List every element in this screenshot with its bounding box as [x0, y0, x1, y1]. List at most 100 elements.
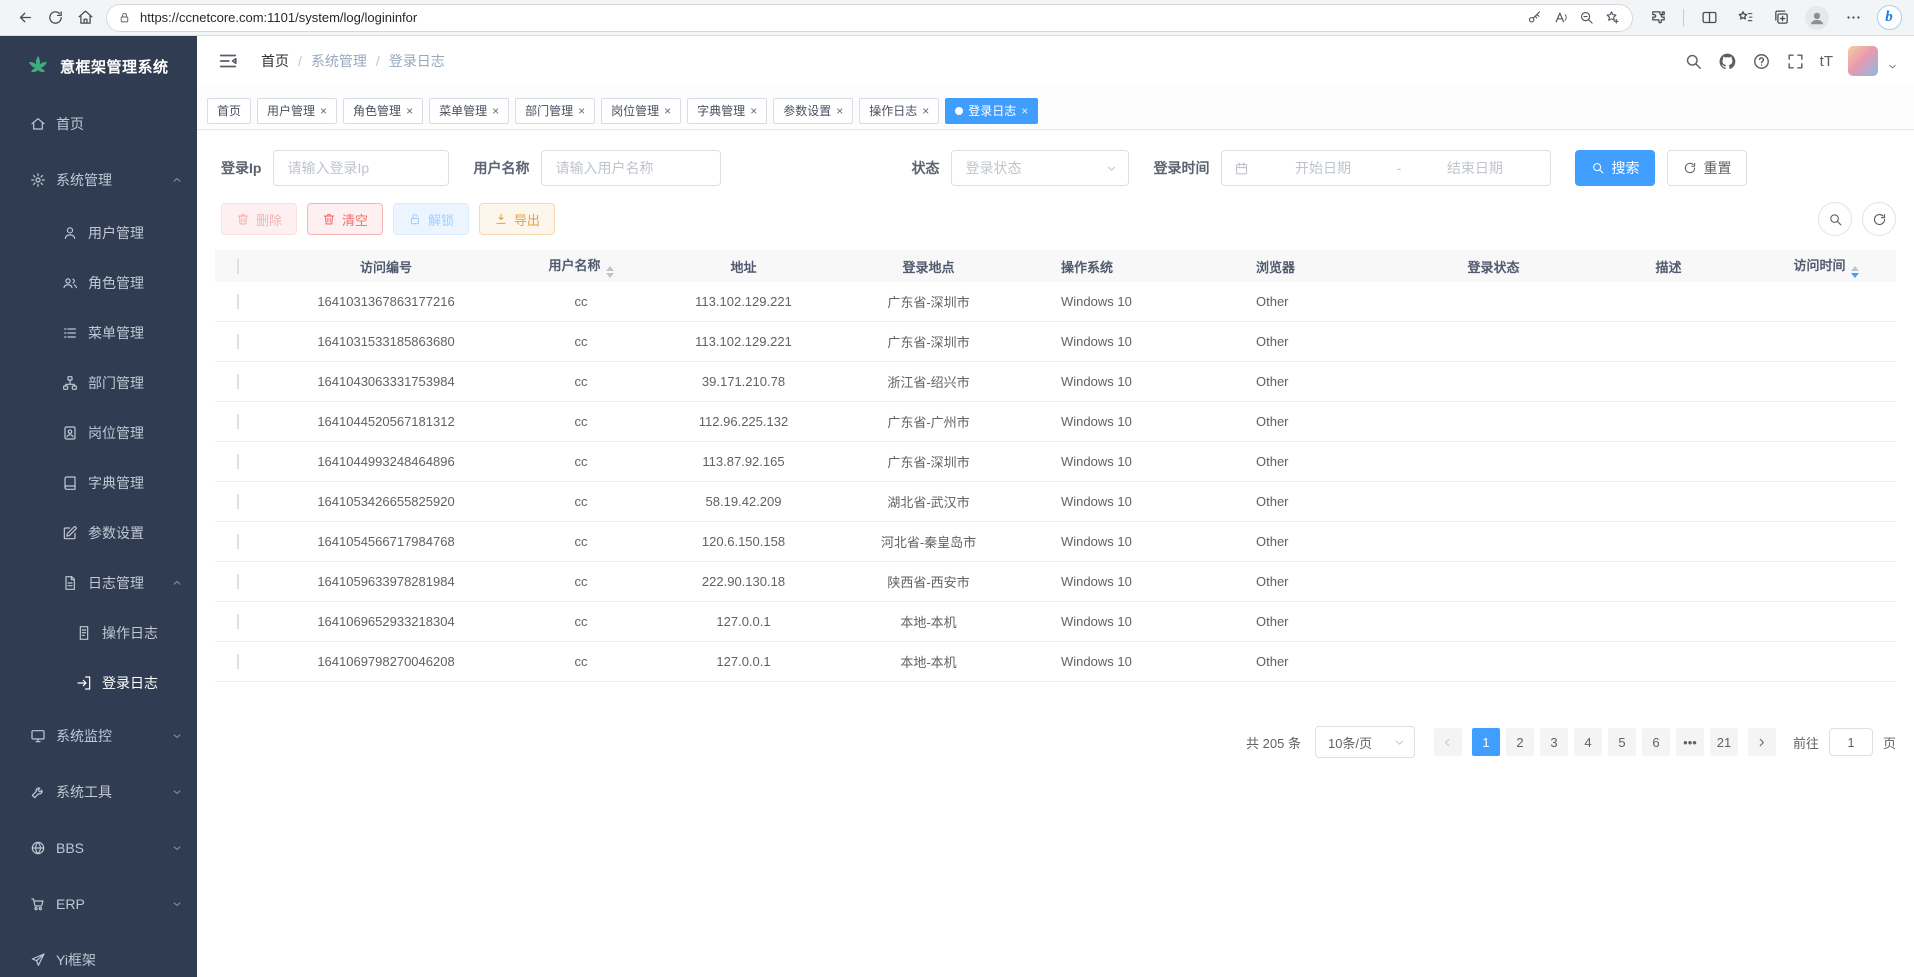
sidebar-item[interactable]: 菜单管理: [0, 308, 197, 358]
add-favorite-button[interactable]: [1599, 6, 1625, 30]
close-tab-icon[interactable]: ×: [406, 105, 413, 117]
close-tab-icon[interactable]: ×: [922, 105, 929, 117]
export-button[interactable]: 导出: [479, 203, 555, 235]
view-tab[interactable]: 参数设置 ×: [773, 98, 853, 124]
column-header-user[interactable]: 用户名称: [511, 255, 651, 278]
split-screen-button[interactable]: [1694, 4, 1724, 32]
row-checkbox[interactable]: [237, 454, 239, 469]
status-select[interactable]: 登录状态: [951, 150, 1129, 186]
delete-button[interactable]: 删除: [221, 203, 297, 235]
row-checkbox[interactable]: [237, 294, 239, 309]
sidebar-item[interactable]: 用户管理: [0, 208, 197, 258]
sidebar-item[interactable]: 系统监控: [0, 708, 197, 764]
sidebar-item[interactable]: Yi框架: [0, 932, 197, 977]
github-icon[interactable]: [1718, 52, 1737, 71]
reset-button[interactable]: 重置: [1667, 150, 1747, 186]
sidebar-item[interactable]: 登录日志: [0, 658, 197, 708]
page-button[interactable]: 4: [1574, 728, 1602, 756]
row-checkbox[interactable]: [237, 654, 239, 669]
home-button[interactable]: [70, 4, 100, 32]
read-aloud-button[interactable]: [1547, 6, 1573, 30]
sidebar-item[interactable]: 字典管理: [0, 458, 197, 508]
row-checkbox[interactable]: [237, 334, 239, 349]
address-bar[interactable]: https://ccnetcore.com:1101/system/log/lo…: [106, 4, 1633, 32]
search-icon[interactable]: [1684, 52, 1703, 71]
sidebar-item[interactable]: 部门管理: [0, 358, 197, 408]
view-tab[interactable]: 操作日志 ×: [859, 98, 939, 124]
sidebar-item[interactable]: 首页: [0, 96, 197, 152]
search-button[interactable]: 搜索: [1575, 150, 1655, 186]
unlock-button[interactable]: 解锁: [393, 203, 469, 235]
page-button[interactable]: 2: [1506, 728, 1534, 756]
font-size-button[interactable]: tT: [1820, 53, 1833, 70]
avatar[interactable]: [1848, 46, 1878, 76]
sort-icon[interactable]: [606, 266, 614, 278]
prev-page-button[interactable]: [1434, 728, 1462, 756]
fullscreen-icon[interactable]: [1786, 52, 1805, 71]
start-date-input[interactable]: 开始日期: [1259, 158, 1386, 178]
more-button[interactable]: [1838, 4, 1868, 32]
view-tab[interactable]: 部门管理 ×: [515, 98, 595, 124]
chevron-down-icon[interactable]: [1887, 61, 1898, 72]
sort-icon[interactable]: [1851, 266, 1859, 278]
profile-button[interactable]: [1802, 4, 1832, 32]
sidebar-item[interactable]: 日志管理: [0, 558, 197, 608]
view-tab[interactable]: 登录日志 ×: [945, 98, 1038, 124]
close-tab-icon[interactable]: ×: [664, 105, 671, 117]
sidebar-item[interactable]: BBS: [0, 820, 197, 876]
sidebar-item[interactable]: 操作日志: [0, 608, 197, 658]
view-tab[interactable]: 用户管理 ×: [257, 98, 337, 124]
close-tab-icon[interactable]: ×: [320, 105, 327, 117]
row-checkbox[interactable]: [237, 574, 239, 589]
close-tab-icon[interactable]: ×: [836, 105, 843, 117]
refresh-button[interactable]: [40, 4, 70, 32]
row-checkbox[interactable]: [237, 494, 239, 509]
page-button[interactable]: 1: [1472, 728, 1500, 756]
more-pages-button[interactable]: •••: [1676, 728, 1704, 756]
ip-input[interactable]: [273, 150, 449, 186]
row-checkbox[interactable]: [237, 414, 239, 429]
date-range-picker[interactable]: 开始日期 - 结束日期: [1221, 150, 1551, 186]
sidebar-item[interactable]: 岗位管理: [0, 408, 197, 458]
goto-page-input[interactable]: [1829, 728, 1873, 756]
clear-button[interactable]: 清空: [307, 203, 383, 235]
close-tab-icon[interactable]: ×: [578, 105, 585, 117]
page-button[interactable]: 21: [1710, 728, 1738, 756]
key-button[interactable]: [1521, 6, 1547, 30]
sidebar-item[interactable]: 参数设置: [0, 508, 197, 558]
extensions-button[interactable]: [1643, 4, 1673, 32]
sidebar-item[interactable]: 系统管理: [0, 152, 197, 208]
view-tab[interactable]: 角色管理 ×: [343, 98, 423, 124]
select-all-checkbox[interactable]: [237, 259, 239, 274]
username-input[interactable]: [541, 150, 721, 186]
breadcrumb-home[interactable]: 首页: [261, 51, 289, 71]
view-tab[interactable]: 首页: [207, 98, 251, 124]
end-date-input[interactable]: 结束日期: [1411, 158, 1538, 178]
column-header-time[interactable]: 访问时间: [1756, 255, 1896, 278]
next-page-button[interactable]: [1748, 728, 1776, 756]
page-button[interactable]: 3: [1540, 728, 1568, 756]
close-tab-icon[interactable]: ×: [750, 105, 757, 117]
favorites-button[interactable]: [1730, 4, 1760, 32]
app-logo[interactable]: 意框架管理系统: [0, 36, 197, 96]
sidebar-item[interactable]: ERP: [0, 876, 197, 932]
close-tab-icon[interactable]: ×: [492, 105, 499, 117]
refresh-table-button[interactable]: [1862, 202, 1896, 236]
row-checkbox[interactable]: [237, 534, 239, 549]
row-checkbox[interactable]: [237, 374, 239, 389]
breadcrumb-system[interactable]: 系统管理: [311, 51, 367, 71]
collapse-sidebar-button[interactable]: [217, 50, 239, 72]
view-tab[interactable]: 菜单管理 ×: [429, 98, 509, 124]
view-tab[interactable]: 字典管理 ×: [687, 98, 767, 124]
row-checkbox[interactable]: [237, 614, 239, 629]
page-button[interactable]: 5: [1608, 728, 1636, 756]
sidebar-item[interactable]: 系统工具: [0, 764, 197, 820]
help-icon[interactable]: [1752, 52, 1771, 71]
toggle-search-button[interactable]: [1818, 202, 1852, 236]
close-tab-icon[interactable]: ×: [1021, 105, 1028, 117]
sidebar-item[interactable]: 角色管理: [0, 258, 197, 308]
zoom-out-button[interactable]: [1573, 6, 1599, 30]
back-button[interactable]: [10, 4, 40, 32]
page-size-select[interactable]: 10条/页: [1315, 726, 1415, 758]
view-tab[interactable]: 岗位管理 ×: [601, 98, 681, 124]
